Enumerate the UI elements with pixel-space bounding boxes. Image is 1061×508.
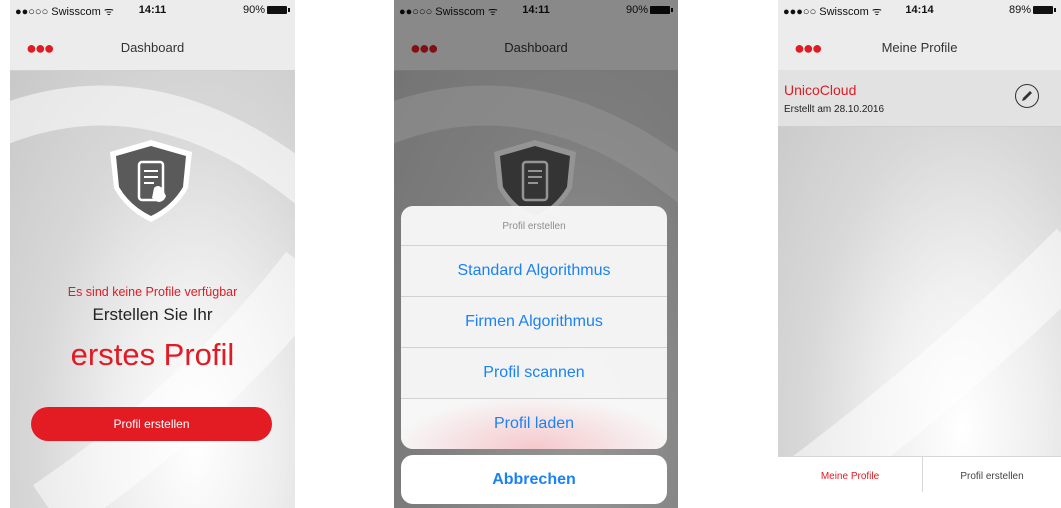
page-title: Dashboard [120, 40, 185, 55]
my-profiles-screen: ●●●○○ Swisscom ᯤ 14:14 89% ●●● Meine Pro… [778, 0, 1061, 492]
create-profile-button[interactable]: Profil erstellen [31, 407, 272, 441]
battery-indicator: 89% [1008, 4, 1056, 16]
profile-created-date: Erstellt am 28.10.2016 [784, 104, 885, 115]
shield-phone-icon [106, 138, 196, 229]
action-sheet-title: Profil erstellen [401, 206, 667, 246]
create-prompt-line1: Erstellen Sie Ihr [92, 305, 213, 324]
battery-percent: 89% [1008, 4, 1031, 16]
background-swirl [778, 70, 1061, 492]
nav-bar: ●●● Dashboard [10, 22, 295, 71]
pencil-edit-icon[interactable] [1015, 84, 1039, 108]
status-bar: ●●●○○ Swisscom ᯤ 14:14 89% [778, 0, 1061, 22]
profile-name: UnicoCloud [784, 82, 857, 98]
profile-list-item[interactable]: UnicoCloud Erstellt am 28.10.2016 [778, 70, 1061, 127]
option-scan-profile[interactable]: Profil scannen [401, 348, 667, 399]
cancel-button[interactable]: Abbrechen [401, 455, 667, 504]
battery-icon [1033, 6, 1056, 14]
battery-icon [267, 6, 290, 14]
option-standard-algorithm[interactable]: Standard Algorithmus [401, 246, 667, 297]
option-company-algorithm[interactable]: Firmen Algorithmus [401, 297, 667, 348]
tab-my-profiles[interactable]: Meine Profile [778, 457, 923, 492]
dashboard-action-sheet-screen: ●●○○○ Swisscom ᯤ 14:11 90% ●●● Dashboard… [394, 0, 678, 508]
action-sheet: Profil erstellen Standard Algorithmus Fi… [401, 206, 667, 449]
tab-create-profile[interactable]: Profil erstellen [923, 457, 1061, 492]
no-profiles-warning: Es sind keine Profile verfügbar [67, 285, 238, 299]
page-title: Meine Profile [881, 40, 958, 55]
dashboard-empty-screen: ●●○○○ Swisscom ᯤ 14:11 90% ●●● Dashboard… [10, 0, 295, 508]
nav-bar: ●●● Meine Profile [778, 22, 1061, 71]
status-bar: ●●○○○ Swisscom ᯤ 14:11 90% [10, 0, 295, 22]
option-load-profile[interactable]: Profil laden [401, 399, 667, 449]
create-prompt-line2: erstes Profil [70, 337, 235, 372]
tab-bar: Meine Profile Profil erstellen [778, 456, 1061, 492]
battery-percent: 90% [242, 4, 265, 16]
battery-indicator: 90% [242, 4, 290, 16]
